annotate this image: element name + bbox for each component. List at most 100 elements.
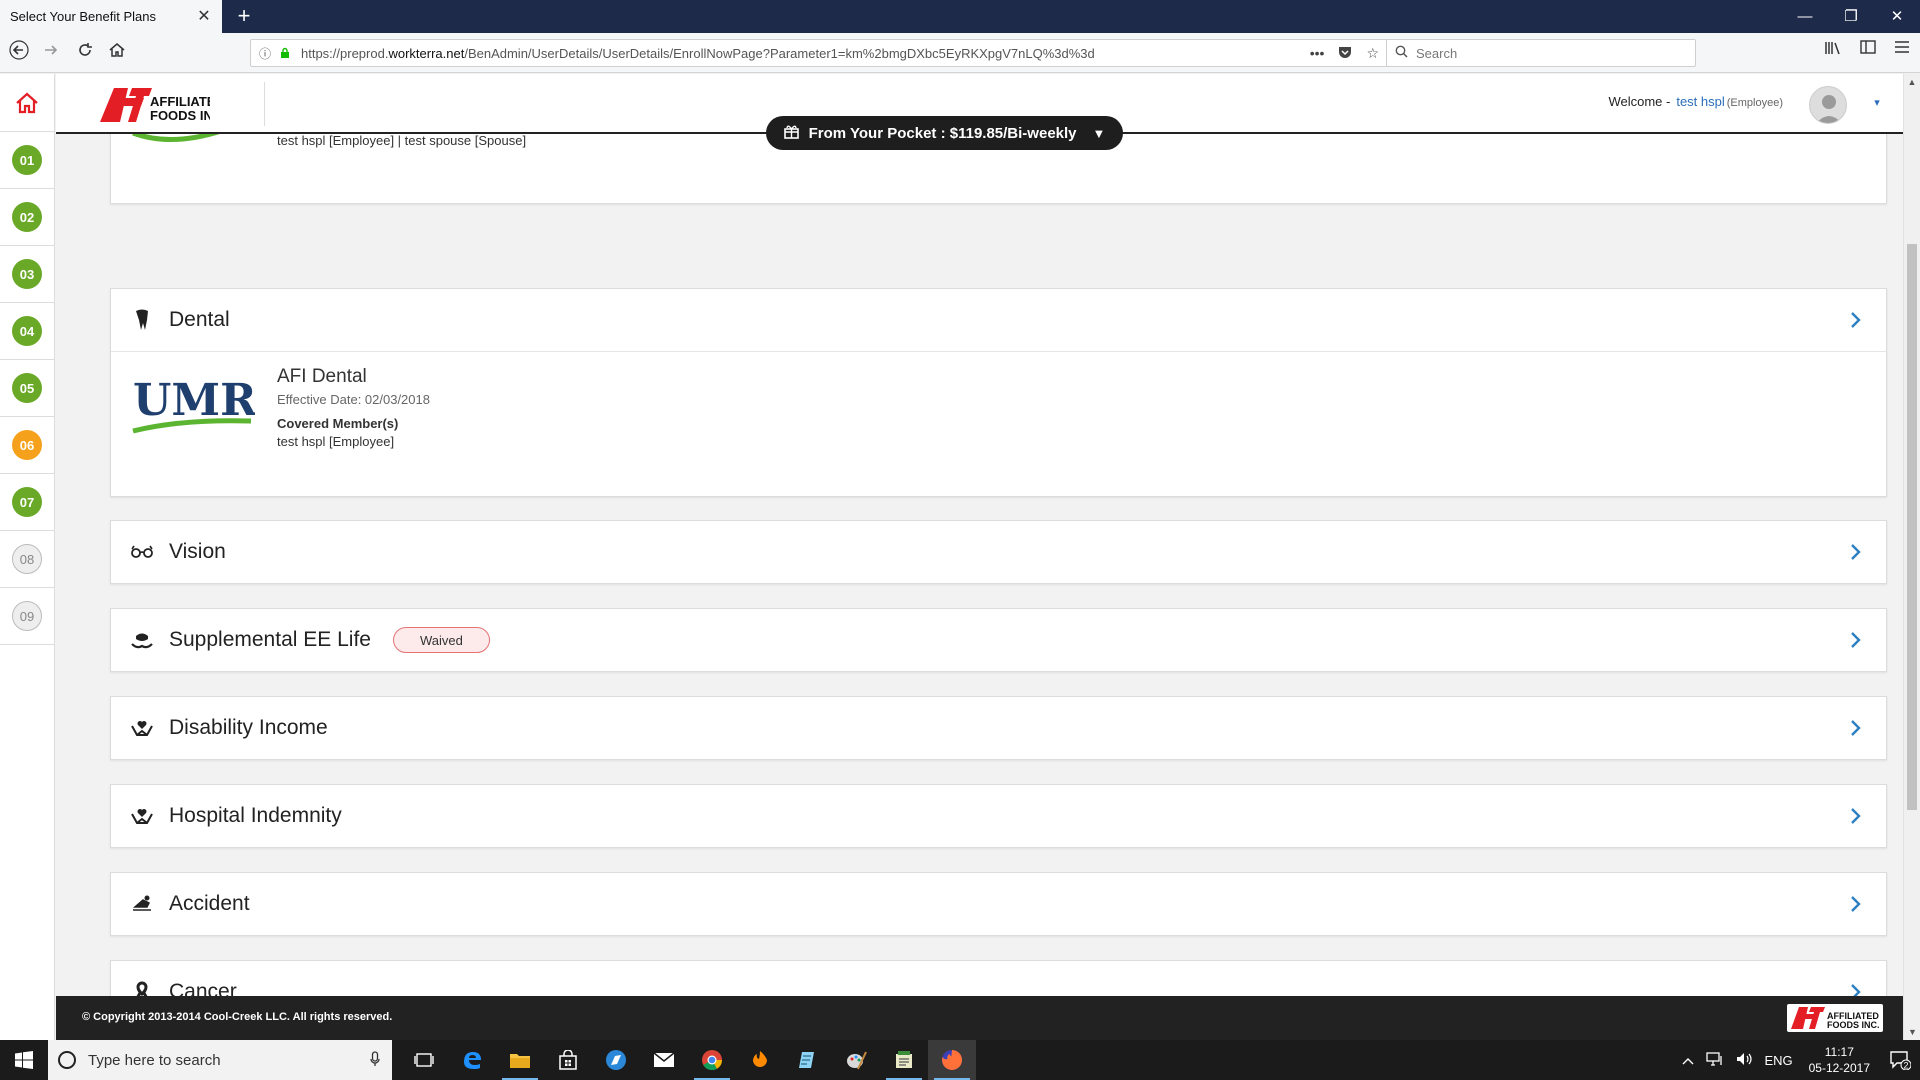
cortana-icon — [58, 1051, 76, 1069]
copyright-text: © Copyright 2013-2014 Cool-Creek LLC. Al… — [82, 1011, 393, 1023]
pocket-save-icon[interactable] — [1338, 45, 1352, 62]
chrome-icon[interactable] — [688, 1040, 736, 1080]
browser-search-box[interactable]: Search — [1386, 39, 1696, 67]
language-indicator[interactable]: ENG — [1764, 1053, 1792, 1068]
user-menu-caret-icon[interactable]: ▾ — [1869, 96, 1885, 112]
menu-icon[interactable] — [1894, 40, 1910, 61]
notes-app-icon[interactable] — [784, 1040, 832, 1080]
tab-title: Select Your Benefit Plans — [10, 9, 156, 24]
from-your-pocket-button[interactable]: From Your Pocket : $119.85/Bi-weekly ▼ — [766, 116, 1123, 150]
firefox-nightly-icon[interactable] — [736, 1040, 784, 1080]
dental-card-header[interactable]: Dental — [111, 289, 1886, 351]
bookmark-star-icon[interactable]: ☆ — [1366, 45, 1379, 62]
firefox-icon[interactable] — [928, 1040, 976, 1080]
life-insurance-icon — [131, 629, 153, 651]
browser-nav-bar: ⓘ https://preprod.workterra.net/BenAdmin… — [0, 33, 1920, 73]
library-icon[interactable] — [1824, 40, 1842, 61]
chevron-right-icon[interactable] — [1844, 309, 1866, 331]
store-icon[interactable] — [544, 1040, 592, 1080]
chevron-right-icon[interactable] — [1844, 541, 1866, 563]
action-center-icon[interactable]: 2 — [1880, 1040, 1920, 1080]
chevron-right-icon[interactable] — [1844, 893, 1866, 915]
covered-members-text: test hspl [Employee] | test spouse [Spou… — [277, 133, 527, 148]
benefit-card-dental: Dental UMR AFI Dental Effective Date: 02… — [110, 288, 1887, 497]
url-text: https://preprod.workterra.net/BenAdmin/U… — [301, 45, 1095, 61]
chevron-right-icon[interactable] — [1844, 805, 1866, 827]
start-button[interactable] — [0, 1040, 48, 1080]
step-05[interactable]: 05 — [0, 360, 54, 417]
sticky-note-app-icon[interactable] — [880, 1040, 928, 1080]
home-step[interactable] — [0, 74, 54, 132]
scroll-down-arrow-icon[interactable]: ▼ — [1904, 1024, 1920, 1040]
dental-plan-details: UMR AFI Dental Effective Date: 02/03/201… — [111, 351, 1886, 463]
welcome-text: Welcome - test hspl (Employee) — [1608, 94, 1783, 109]
clock-date: 05-12-2017 — [1808, 1061, 1870, 1075]
close-tab-icon[interactable]: ✕ — [196, 8, 212, 25]
page-viewport: test hspl [Employee] | test spouse [Spou… — [0, 74, 1920, 1040]
avatar[interactable] — [1809, 86, 1847, 124]
scroll-up-arrow-icon[interactable]: ▲ — [1904, 74, 1920, 90]
benefit-title: Supplemental EE Life — [169, 628, 371, 651]
user-role: (Employee) — [1726, 97, 1783, 109]
search-icon — [1395, 45, 1408, 61]
edge-icon[interactable] — [448, 1040, 496, 1080]
forward-icon[interactable] — [38, 40, 64, 66]
address-bar[interactable]: ⓘ https://preprod.workterra.net/BenAdmin… — [250, 39, 1390, 67]
mail-icon[interactable] — [640, 1040, 688, 1080]
back-icon[interactable] — [6, 40, 32, 66]
minimize-button[interactable]: — — [1782, 0, 1828, 33]
browser-tab[interactable]: Select Your Benefit Plans ✕ — [0, 0, 222, 33]
step-02[interactable]: 02 — [0, 189, 54, 246]
reload-icon[interactable] — [72, 40, 98, 66]
browser-tab-bar: Select Your Benefit Plans ✕ + — ❐ ✕ — [0, 0, 1920, 33]
network-icon[interactable] — [1706, 1051, 1724, 1069]
new-tab-button[interactable]: + — [232, 4, 256, 28]
paint-icon[interactable] — [832, 1040, 880, 1080]
site-info-icon[interactable]: ⓘ — [259, 45, 275, 62]
step-06-current[interactable]: 06 — [0, 417, 54, 474]
scrollbar-thumb[interactable] — [1907, 244, 1917, 810]
glasses-icon — [131, 541, 153, 563]
page-actions-icon[interactable]: ••• — [1310, 45, 1325, 62]
covered-members-label: Covered Member(s) — [277, 416, 399, 431]
volume-icon[interactable] — [1736, 1052, 1753, 1069]
site-footer: © Copyright 2013-2014 Cool-Creek LLC. Al… — [56, 996, 1903, 1040]
clock[interactable]: 11:17 05-12-2017 — [1809, 1044, 1870, 1076]
benefit-card-supplemental-ee-life[interactable]: Supplemental EE Life Waived — [110, 608, 1887, 672]
sidebar-toggle-icon[interactable] — [1860, 40, 1876, 61]
file-explorer-icon[interactable] — [496, 1040, 544, 1080]
microphone-icon[interactable] — [370, 1050, 380, 1070]
hands-heart-icon — [131, 717, 153, 739]
svg-text:AFFILIATED: AFFILIATED — [150, 94, 210, 109]
affiliated-foods-logo[interactable]: AFFILIATED FOODS INC. — [98, 84, 210, 124]
dental-title: Dental — [169, 308, 230, 331]
step-04[interactable]: 04 — [0, 303, 54, 360]
home-browser-icon[interactable] — [104, 40, 130, 66]
step-09[interactable]: 09 — [0, 588, 54, 645]
show-hidden-icons-chevron-icon[interactable] — [1682, 1053, 1694, 1068]
taskbar-search-box[interactable]: Type here to search — [48, 1040, 392, 1080]
restore-button[interactable]: ❐ — [1828, 0, 1874, 33]
benefit-card-accident[interactable]: Accident — [110, 872, 1887, 936]
maps-icon[interactable] — [592, 1040, 640, 1080]
task-view-icon[interactable] — [400, 1040, 448, 1080]
windows-taskbar: Type here to search ENG 11:17 05-12-2017… — [0, 1040, 1920, 1080]
step-08[interactable]: 08 — [0, 531, 54, 588]
taskbar-search-placeholder: Type here to search — [88, 1051, 221, 1069]
home-icon[interactable] — [15, 91, 39, 115]
step-01[interactable]: 01 — [0, 132, 54, 189]
step-03[interactable]: 03 — [0, 246, 54, 303]
chevron-right-icon[interactable] — [1844, 717, 1866, 739]
benefit-card-hospital-indemnity[interactable]: Hospital Indemnity — [110, 784, 1887, 848]
benefit-card-vision[interactable]: Vision — [110, 520, 1887, 584]
user-name-link[interactable]: test hspl — [1676, 94, 1724, 109]
accident-icon — [131, 893, 153, 915]
step-07[interactable]: 07 — [0, 474, 54, 531]
close-window-button[interactable]: ✕ — [1874, 0, 1920, 33]
enrollment-steps-sidebar: 01 02 03 04 05 06 07 08 09 — [0, 74, 55, 1040]
benefit-card-disability-income[interactable]: Disability Income — [110, 696, 1887, 760]
effective-date: Effective Date: 02/03/2018 — [277, 392, 430, 407]
chevron-right-icon[interactable] — [1844, 629, 1866, 651]
lock-icon — [279, 47, 291, 59]
page-scrollbar[interactable]: ▲ ▼ — [1903, 74, 1920, 1040]
